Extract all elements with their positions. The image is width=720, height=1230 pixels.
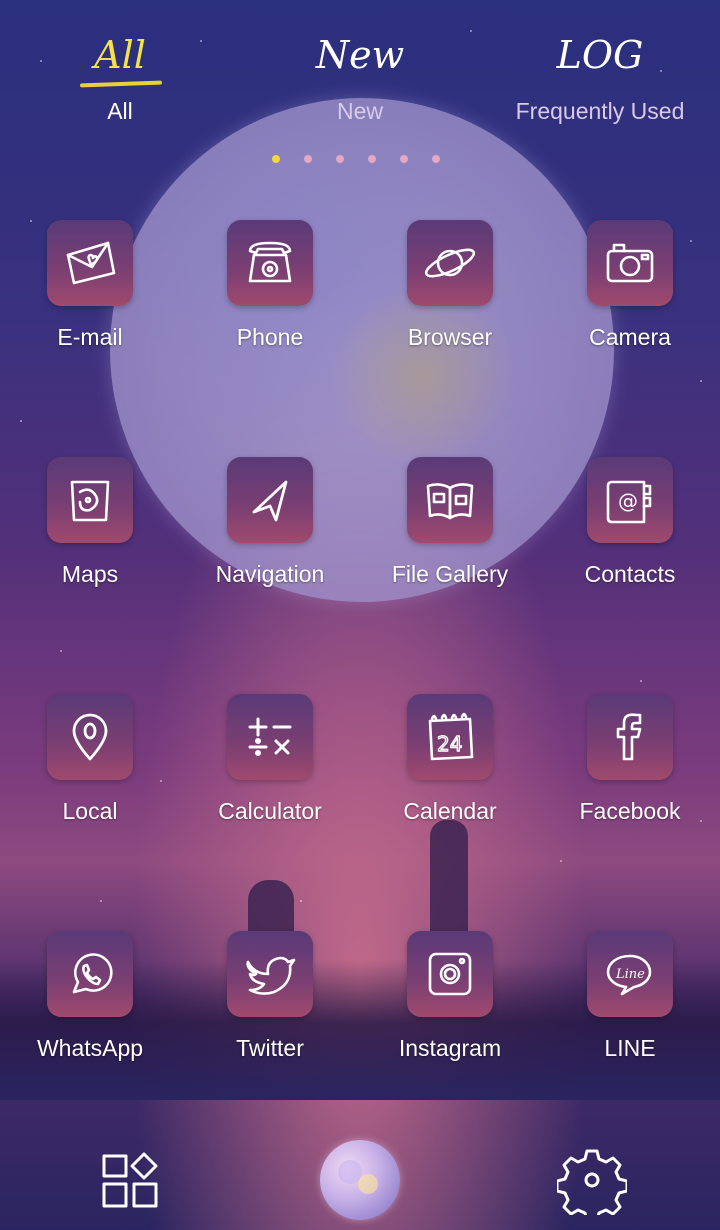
widgets-icon [102, 1152, 158, 1208]
app-label: WhatsApp [36, 1035, 144, 1061]
tab-new-script: New [315, 33, 405, 77]
app-label: Navigation [215, 561, 325, 587]
app-local[interactable]: Local [0, 694, 180, 825]
theme-moon-button[interactable] [320, 1140, 400, 1220]
app-calendar[interactable]: 24 Calendar [360, 694, 540, 825]
app-tile[interactable] [227, 457, 313, 543]
tab-frequently-used-label: Frequently Used [515, 98, 685, 124]
app-contacts[interactable]: @ Contacts [540, 457, 720, 588]
facebook-icon [616, 713, 642, 761]
phone-icon [248, 241, 292, 283]
tab-new-label: New [336, 98, 383, 124]
instagram-icon [428, 952, 472, 996]
app-label: E-mail [57, 324, 123, 350]
bottom-dock [0, 1140, 720, 1220]
page-indicator [272, 155, 464, 163]
bird-icon [246, 956, 296, 995]
app-tile[interactable] [407, 220, 493, 306]
page-dot [272, 155, 280, 163]
app-navigation[interactable]: Navigation [180, 457, 360, 588]
address-book-icon: @ [606, 480, 652, 524]
app-browser[interactable]: Browser [360, 220, 540, 351]
app-tile[interactable] [227, 220, 313, 306]
book-icon [426, 483, 474, 520]
app-label: Calendar [403, 798, 497, 824]
app-line[interactable]: Line LINE [540, 931, 720, 1062]
app-calculator[interactable]: Calculator [180, 694, 360, 825]
whatsapp-icon [72, 953, 113, 994]
svg-text:@: @ [618, 489, 638, 513]
app-tile[interactable]: Line [587, 931, 673, 1017]
page-dot [400, 155, 408, 163]
page-dot [336, 155, 344, 163]
line-glyph: Line [615, 967, 645, 982]
app-tile[interactable] [47, 694, 133, 780]
tab-log-script: LOG [556, 33, 644, 77]
app-tile[interactable] [407, 931, 493, 1017]
tab-frequently-used[interactable]: LOG Frequently Used [480, 20, 720, 125]
app-label: Calculator [218, 798, 322, 824]
navigation-arrow-icon [252, 480, 288, 522]
settings-gear-icon [557, 1149, 627, 1215]
tab-all-label: All [107, 98, 133, 124]
widgets-button[interactable] [90, 1140, 170, 1220]
app-tile[interactable]: @ [587, 457, 673, 543]
calendar-day: 24 [437, 732, 462, 756]
app-tile[interactable] [47, 457, 133, 543]
app-tile[interactable] [47, 931, 133, 1017]
app-label: Twitter [236, 1035, 304, 1061]
map-icon [70, 480, 110, 522]
tab-new[interactable]: New New [240, 20, 480, 125]
app-label: Browser [407, 324, 493, 350]
camera-icon [606, 243, 654, 283]
category-tabs: All All New New LOG Frequently Used [0, 20, 720, 140]
app-file-gallery[interactable]: File Gallery [360, 457, 540, 588]
app-tile[interactable] [227, 931, 313, 1017]
app-tile[interactable] [47, 220, 133, 306]
app-facebook[interactable]: Facebook [540, 694, 720, 825]
calculator-icon [248, 717, 292, 756]
envelope-icon [66, 241, 116, 285]
settings-button[interactable] [552, 1140, 632, 1220]
page-dot [432, 155, 440, 163]
app-label: Maps [61, 561, 119, 587]
app-phone[interactable]: Phone [180, 220, 360, 351]
app-email[interactable]: E-mail [0, 220, 180, 351]
app-instagram[interactable]: Instagram [360, 931, 540, 1062]
app-label: Contacts [584, 561, 676, 587]
app-label: Camera [589, 324, 671, 350]
app-camera[interactable]: Camera [540, 220, 720, 351]
app-tile[interactable] [407, 457, 493, 543]
app-label: File Gallery [391, 561, 509, 587]
app-label: LINE [604, 1035, 656, 1061]
line-icon: Line [606, 954, 652, 996]
app-label: Instagram [398, 1035, 502, 1061]
app-label: Facebook [579, 798, 681, 824]
app-maps[interactable]: Maps [0, 457, 180, 588]
app-twitter[interactable]: Twitter [180, 931, 360, 1062]
app-label: Local [62, 798, 118, 824]
planet-icon [424, 248, 476, 278]
tab-all[interactable]: All All [0, 20, 240, 125]
location-pin-icon [72, 713, 108, 761]
tab-all-script: All [94, 33, 146, 77]
page-dot [368, 155, 376, 163]
calendar-icon: 24 [428, 712, 474, 761]
app-tile[interactable] [587, 694, 673, 780]
app-tile[interactable]: 24 [407, 694, 493, 780]
app-tile[interactable] [227, 694, 313, 780]
page-dot [304, 155, 312, 163]
app-whatsapp[interactable]: WhatsApp [0, 931, 180, 1062]
app-tile[interactable] [587, 220, 673, 306]
app-label: Phone [236, 324, 304, 350]
moon-theme-icon [338, 1160, 378, 1194]
